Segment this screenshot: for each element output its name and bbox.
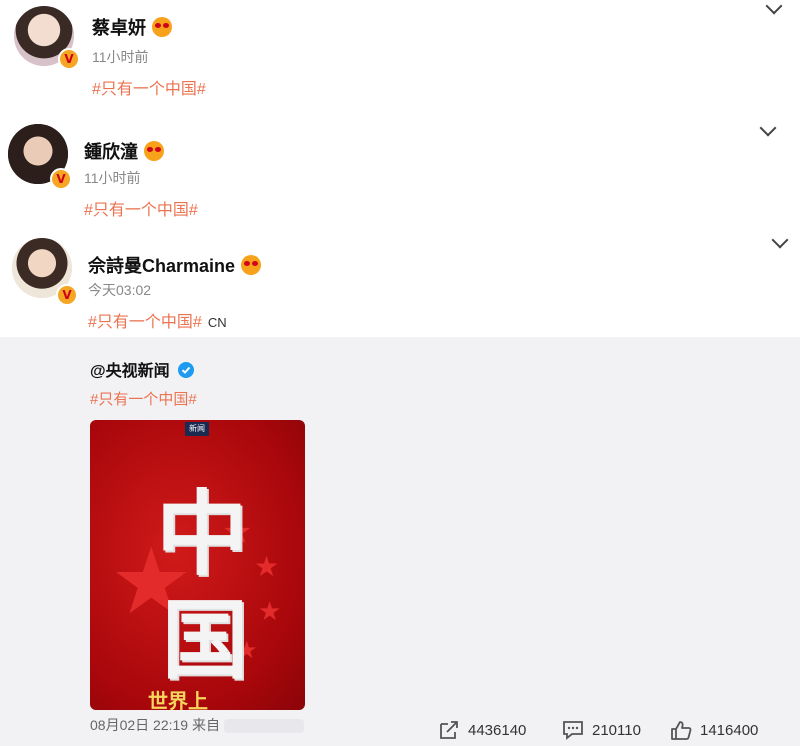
share-button[interactable]: 4436140 — [438, 720, 526, 740]
verified-icon — [56, 284, 78, 306]
share-icon — [440, 721, 458, 739]
poster-char-guo: 国 — [162, 590, 248, 691]
like-count: 1416400 — [700, 721, 759, 739]
post-time: 11小时前 — [92, 49, 149, 65]
repost-time: 08月02日 22:19 来自 — [90, 715, 304, 735]
like-button[interactable]: 1416400 — [670, 720, 758, 740]
blue-verified-icon — [178, 362, 195, 378]
emoji-badge-icon — [152, 17, 172, 37]
poster-image[interactable]: 新闻 ★ ★ ★ ★ ★ 中 国 世界上 — [90, 420, 305, 710]
star-icon: ★ — [258, 596, 282, 626]
share-count: 4436140 — [468, 721, 527, 739]
post-time: 今天03:02 — [88, 282, 152, 298]
hashtag-link[interactable]: #只有一个中国# — [92, 75, 206, 99]
chevron-down-icon[interactable] — [765, 0, 783, 15]
comment-count: 210110 — [592, 721, 641, 739]
chevron-down-icon[interactable] — [759, 119, 777, 137]
poster-bottom-text: 世界上 — [148, 691, 208, 710]
source-blur — [223, 719, 304, 734]
post-3: 佘詩曼Charmaine 今天03:02 #只有一个中国#CN — [0, 228, 800, 336]
hashtag-link[interactable]: #只有一个中国# CN — [88, 308, 227, 332]
comment-icon — [563, 721, 583, 740]
verified-icon — [50, 168, 72, 190]
comment-button[interactable]: 210110 — [562, 720, 641, 740]
cn-label: CN — [207, 315, 227, 330]
user-name[interactable]: 蔡卓妍 — [92, 14, 172, 40]
emoji-badge-icon — [144, 141, 164, 161]
repost-hashtag-link[interactable]: #只有一个中国# — [90, 388, 197, 409]
star-icon: ★ — [254, 551, 280, 582]
post-1: 蔡卓妍 11小时前 #只有一个中国# — [0, 0, 800, 112]
chevron-down-icon[interactable] — [771, 231, 789, 249]
news-logo: 新闻 — [185, 422, 209, 436]
repost-author[interactable]: @央视新闻 — [90, 357, 195, 381]
user-name[interactable]: 鍾欣潼 — [84, 138, 164, 164]
post-2: 鍾欣潼 11小时前 #只有一个中国# — [0, 118, 800, 226]
emoji-badge-icon — [241, 255, 262, 275]
verified-icon — [58, 48, 80, 70]
post-time: 11小时前 — [84, 170, 141, 186]
like-icon — [671, 721, 692, 740]
hashtag-link[interactable]: #只有一个中国# — [84, 196, 198, 220]
user-name[interactable]: 佘詩曼Charmaine — [88, 252, 262, 278]
